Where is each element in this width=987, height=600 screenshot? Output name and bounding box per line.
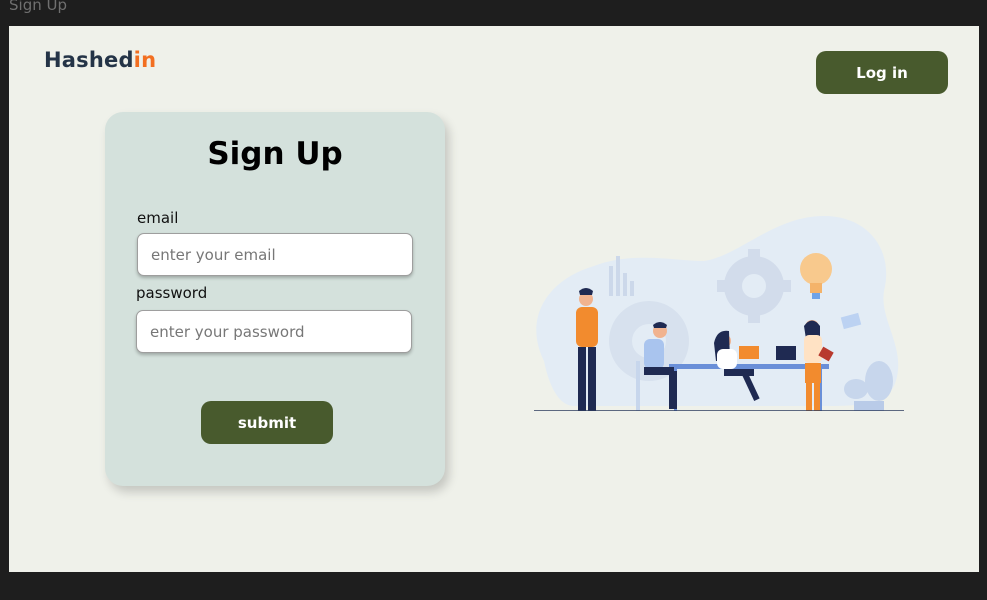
login-button[interactable]: Log in [816,51,948,94]
signup-page: Hashedin Log in Sign Up email password s… [9,26,979,572]
logo-text: Hashed [44,48,134,72]
signup-card: Sign Up email password submit [105,112,445,486]
email-field[interactable] [137,233,413,276]
submit-button[interactable]: submit [201,401,333,444]
password-field[interactable] [136,310,412,353]
team-meeting-illustration [534,216,904,411]
brand-logo[interactable]: Hashedin [44,48,156,72]
email-label: email [137,209,179,227]
form-title: Sign Up [207,136,343,172]
frame-label: Sign Up [9,0,67,14]
laptop-icon [776,346,796,360]
password-label: password [136,284,208,302]
logo-accent: in [133,48,157,72]
